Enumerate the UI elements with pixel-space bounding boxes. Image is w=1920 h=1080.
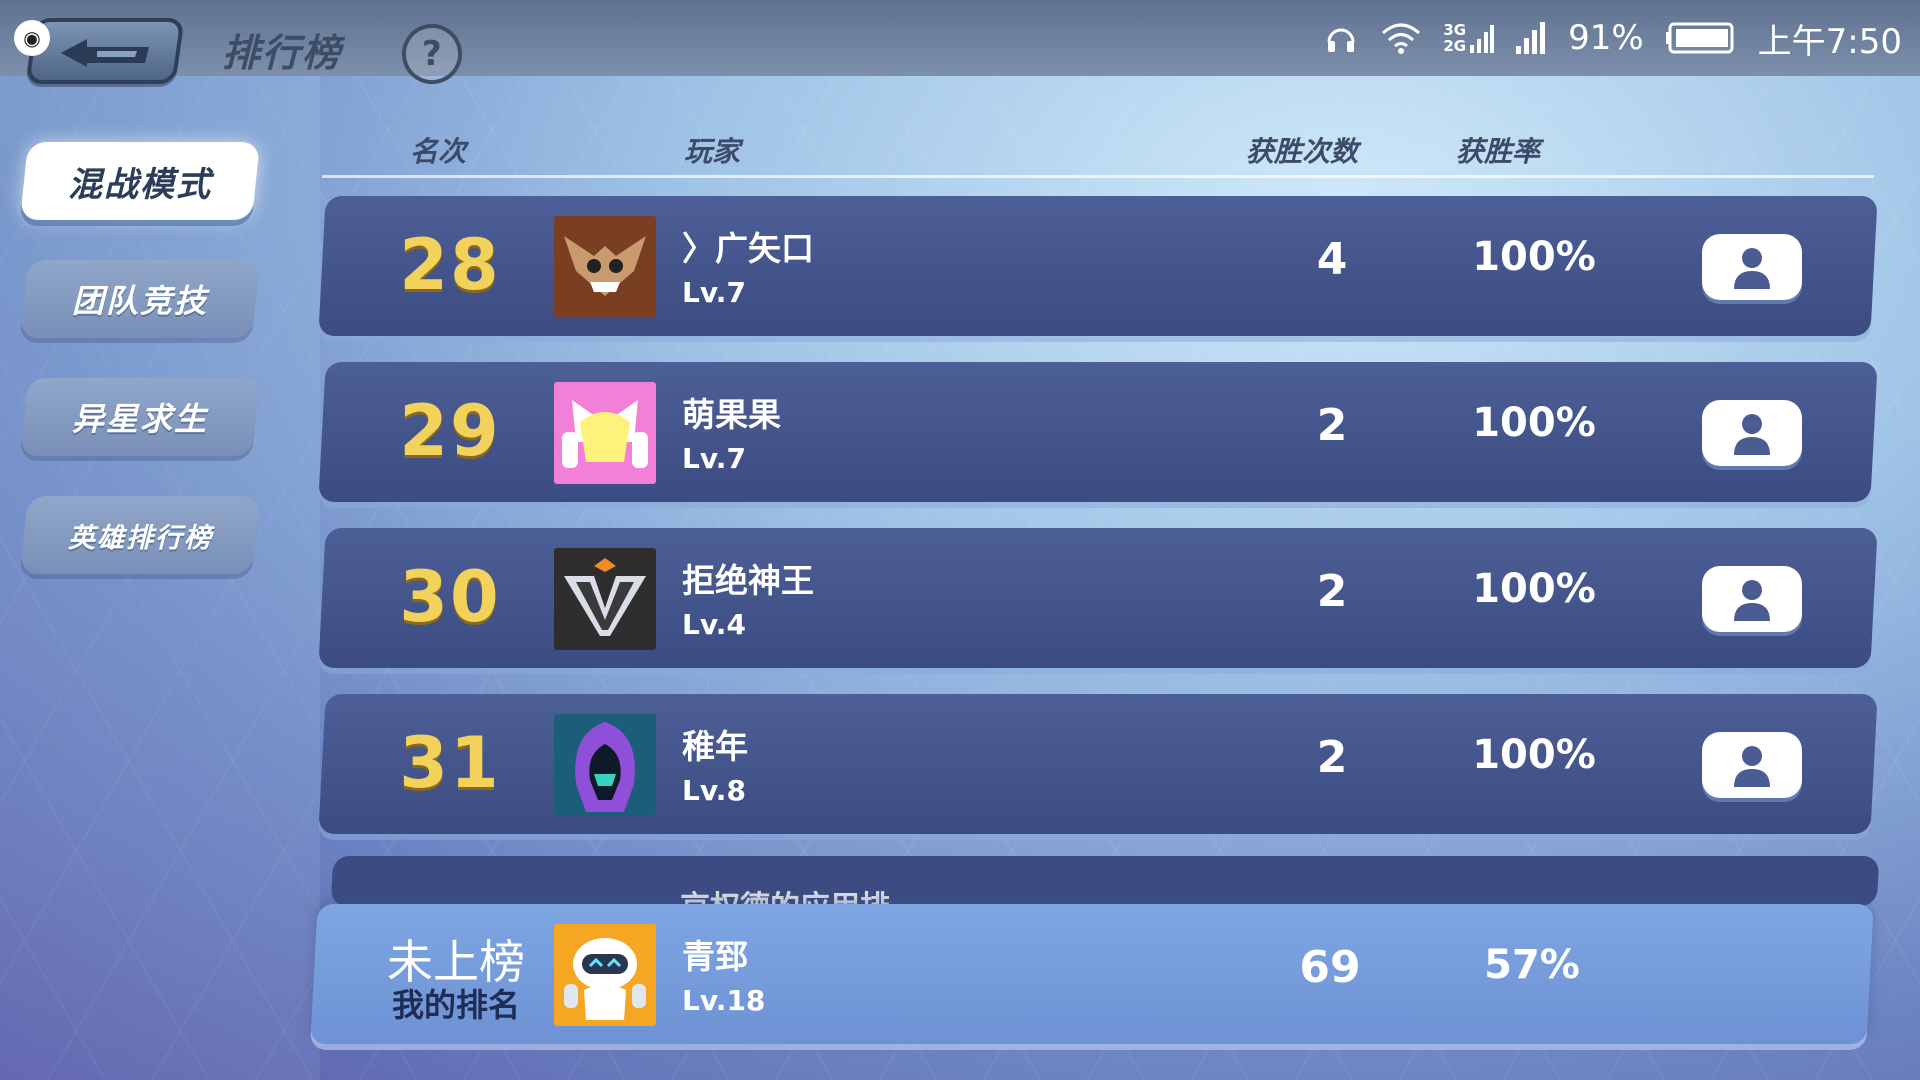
win-rate: 100% [1472, 400, 1596, 446]
tab-hero-ranking[interactable]: 英雄排行榜 [19, 496, 261, 574]
rank-number: 28 [399, 224, 501, 306]
my-player-level: Lv.18 [682, 984, 766, 1017]
rank-number: 31 [399, 722, 501, 804]
tab-melee-mode[interactable]: 混战模式 [19, 142, 261, 220]
win-rate: 100% [1472, 732, 1596, 778]
back-button[interactable] [25, 18, 185, 84]
view-profile-button[interactable] [1702, 234, 1802, 300]
person-icon [1734, 248, 1770, 289]
page-title: 排行榜 [222, 31, 343, 75]
win-rate: 100% [1472, 566, 1596, 612]
column-header-wins: 获胜次数 [1246, 135, 1359, 168]
tab-label: 英雄排行榜 [67, 522, 213, 554]
person-icon [1734, 746, 1770, 787]
person-icon [1734, 580, 1770, 621]
network-type-top: 3G [1443, 21, 1467, 39]
player-name: 萌果果 [682, 395, 781, 434]
header-divider [322, 175, 1874, 178]
view-profile-button[interactable] [1702, 400, 1802, 466]
leaderboard-row: 29 萌果果 Lv.7 2 100% [318, 362, 1878, 502]
player-name: 〉广矢口 [682, 229, 814, 268]
person-icon [1734, 414, 1770, 455]
win-count: 2 [1316, 566, 1348, 617]
player-name: 拒绝神王 [682, 561, 814, 600]
back-arrow-icon [61, 39, 149, 67]
tab-label: 团队竞技 [71, 282, 208, 320]
tab-alien-survival[interactable]: 异星求生 [19, 378, 261, 456]
my-win-rate: 57% [1484, 942, 1580, 988]
win-count: 2 [1316, 400, 1348, 451]
player-level: Lv.4 [682, 608, 746, 641]
view-profile-button[interactable] [1702, 566, 1802, 632]
column-header-player: 玩家 [684, 135, 741, 168]
bat-monster-avatar[interactable] [554, 216, 656, 318]
leaderboard-row: 31 稚年 Lv.8 2 100% [318, 694, 1878, 834]
player-level: Lv.8 [682, 774, 746, 807]
view-profile-button[interactable] [1702, 732, 1802, 798]
clock: 上午7:50 [1757, 21, 1902, 62]
tab-label: 混战模式 [68, 164, 212, 205]
question-mark-icon: ? [422, 33, 442, 74]
v-emblem-avatar[interactable] [554, 548, 656, 650]
win-count: 2 [1316, 732, 1348, 783]
wifi-icon [1381, 21, 1421, 55]
tab-label: 异星求生 [71, 400, 208, 438]
leaderboard-row: 28 〉广矢口 Lv.7 4 100% [318, 196, 1878, 336]
hooded-figure-avatar[interactable] [554, 714, 656, 816]
battery-icon [1665, 22, 1736, 54]
rank-number: 29 [399, 390, 501, 472]
status-bar: 3G 2G 91% 上午7:50 [1323, 14, 1902, 62]
signal-icon [1516, 22, 1546, 54]
my-rank-bar: 未上榜 我的排名 青郅 Lv.18 69 57% [310, 904, 1874, 1044]
column-header-win-rate: 获胜率 [1456, 135, 1541, 168]
white-robot-avatar[interactable] [554, 924, 656, 1026]
rank-number: 30 [399, 556, 501, 638]
column-header-rank: 名次 [410, 135, 467, 168]
my-rank-label: 我的排名 [391, 986, 520, 1024]
qq-penguin-icon: ◉ [14, 20, 50, 56]
player-name: 稚年 [682, 727, 748, 766]
network-type-bottom: 2G [1443, 37, 1467, 55]
leaderboard-row: 30 拒绝神王 Lv.4 2 100% [318, 528, 1878, 668]
win-rate: 100% [1472, 234, 1596, 280]
tab-team-battle[interactable]: 团队竞技 [19, 260, 261, 338]
my-win-count: 69 [1299, 942, 1361, 993]
headphones-icon [1323, 20, 1359, 56]
my-player-name: 青郅 [682, 937, 748, 976]
win-count: 4 [1316, 234, 1348, 285]
leaderboard-row-partial [330, 856, 1880, 906]
pink-cat-headphones-avatar[interactable] [554, 382, 656, 484]
player-level: Lv.7 [682, 442, 746, 475]
network-type-indicator: 3G 2G [1443, 21, 1495, 55]
battery-percent: 91% [1568, 18, 1644, 58]
player-level: Lv.7 [682, 276, 746, 309]
